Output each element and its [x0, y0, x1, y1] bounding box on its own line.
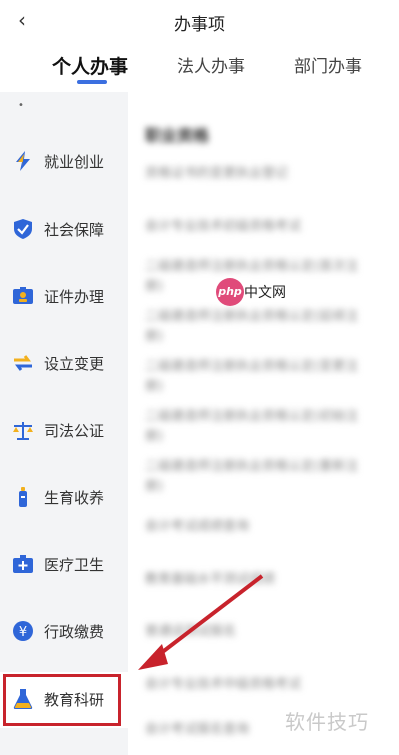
tab-department[interactable]: 部门办事 — [294, 52, 362, 77]
php-site-watermark: 中文网 — [244, 285, 286, 301]
sidebar-item-medical[interactable]: 医疗卫生 — [0, 537, 128, 593]
category-sidebar[interactable]: • 就业创业 社会保障 证件办理 设立变更 司法公证 生育收养 医疗卫生 ¥ 行… — [0, 92, 128, 755]
sidebar-item-label: 行政缴费 — [44, 623, 105, 641]
highlight-box — [3, 674, 121, 726]
sidebar-item-label: 生育收养 — [44, 489, 105, 507]
list-item[interactable]: 会计考试成绩查询 — [145, 517, 375, 537]
list-item[interactable]: 二级建造师注册执业资格认定(重新注册) — [145, 457, 375, 497]
shield-icon — [14, 219, 32, 239]
scroll-dot: • — [18, 100, 24, 111]
baby-bottle-icon — [19, 487, 27, 507]
sidebar-item-social-security[interactable]: 社会保障 — [0, 202, 128, 258]
php-logo: php — [216, 278, 244, 306]
medical-kit-icon — [13, 555, 33, 573]
list-item[interactable]: 二级建造师注册执业资格认定(变更注册) — [145, 357, 375, 397]
lightning-icon — [16, 151, 30, 171]
svg-text:¥: ¥ — [19, 625, 27, 640]
sidebar-item-label: 医疗卫生 — [44, 556, 105, 574]
sidebar-item-admin-fees[interactable]: ¥ 行政缴费 — [0, 604, 128, 660]
sidebar-item-label: 社会保障 — [44, 221, 105, 239]
sidebar-item-birth-adoption[interactable]: 生育收养 — [0, 470, 128, 526]
list-item[interactable]: 会计专业技术中级资格考试 — [145, 675, 375, 695]
section-title: 职业资格 — [145, 126, 210, 145]
yen-coin-icon: ¥ — [13, 621, 33, 641]
list-item[interactable]: 二级建造师注册执业资格认定(初始注册) — [145, 407, 375, 447]
tab-legal-person[interactable]: 法人办事 — [177, 52, 245, 77]
sidebar-item-label: 司法公证 — [44, 422, 105, 440]
sidebar-item-label: 设立变更 — [44, 355, 105, 373]
sidebar-item-notary[interactable]: 司法公证 — [0, 403, 128, 459]
sidebar-item-label: 就业创业 — [44, 153, 105, 171]
active-tab-indicator — [77, 80, 107, 84]
list-item[interactable]: 教育基础水平测试成绩 — [145, 570, 375, 590]
list-item[interactable]: 二级建造师注册执业资格认定(延续注册) — [145, 307, 375, 347]
page-title: 办事项 — [174, 15, 225, 35]
sidebar-item-establishment-change[interactable]: 设立变更 — [0, 336, 128, 392]
list-item[interactable]: 资格证书的变更执业登记 — [145, 164, 375, 184]
top-bar: ‹ 办事项 — [0, 0, 399, 42]
id-card-icon — [13, 287, 33, 304]
sidebar-item-label: 证件办理 — [44, 288, 105, 306]
list-item[interactable]: 普通话测试报名 — [145, 622, 375, 642]
swap-arrows-icon — [14, 355, 32, 371]
corner-watermark: 软件技巧 — [285, 710, 369, 734]
sidebar-item-certificates[interactable]: 证件办理 — [0, 269, 128, 325]
sidebar-item-employment[interactable]: 就业创业 — [0, 134, 128, 190]
list-item[interactable]: 会计专业技术初级资格考试 — [145, 217, 375, 237]
tab-bar: 个人办事 法人办事 部门办事 — [0, 42, 399, 92]
scales-icon — [13, 422, 33, 440]
tab-personal[interactable]: 个人办事 — [52, 52, 128, 79]
content-panel[interactable]: 职业资格 资格证书的变更执业登记 会计专业技术初级资格考试 二级建造师注册执业资… — [128, 92, 399, 755]
